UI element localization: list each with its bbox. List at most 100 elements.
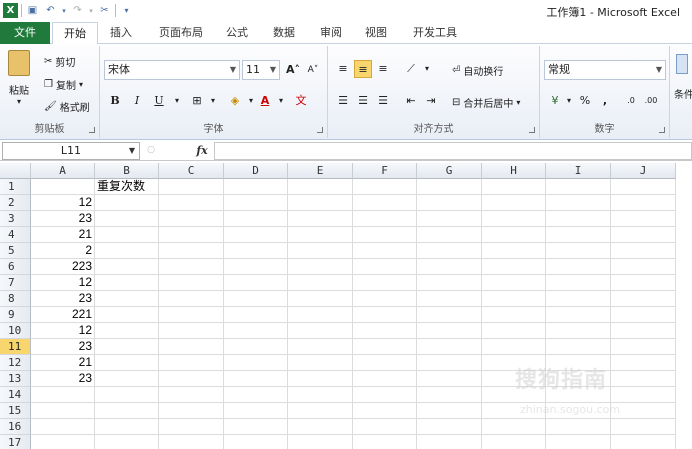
cell-c1[interactable] [159,179,224,195]
save-icon[interactable]: ▣ [25,3,40,18]
customize-icon[interactable]: ✂ [97,3,112,18]
column-header-a[interactable]: A [31,163,95,179]
font-launcher-icon[interactable] [317,127,323,133]
cell-g13[interactable] [417,371,482,387]
cell-h11[interactable] [482,339,546,355]
customize-toolbar-dropdown-icon[interactable]: ▾ [119,3,134,18]
cell-c3[interactable] [159,211,224,227]
row-header-15[interactable]: 15 [0,403,31,419]
cell-c7[interactable] [159,275,224,291]
border-dropdown-icon[interactable]: ▾ [204,92,222,110]
cell-b7[interactable] [95,275,159,291]
column-header-e[interactable]: E [288,163,353,179]
cell-g2[interactable] [417,195,482,211]
cell-c12[interactable] [159,355,224,371]
cell-c10[interactable] [159,323,224,339]
cell-a10[interactable]: 12 [31,323,95,339]
cell-e1[interactable] [288,179,353,195]
cell-d15[interactable] [224,403,288,419]
cell-j8[interactable] [611,291,676,307]
cell-j3[interactable] [611,211,676,227]
cell-d13[interactable] [224,371,288,387]
cell-a5[interactable]: 2 [31,243,95,259]
cell-d16[interactable] [224,419,288,435]
column-header-i[interactable]: I [546,163,611,179]
cell-a6[interactable]: 223 [31,259,95,275]
cell-j9[interactable] [611,307,676,323]
increase-decimal-icon[interactable]: .0 [622,92,640,110]
cell-b13[interactable] [95,371,159,387]
cell-a14[interactable] [31,387,95,403]
cell-g6[interactable] [417,259,482,275]
cell-j11[interactable] [611,339,676,355]
paste-button[interactable]: 粘贴 ▾ [4,50,34,112]
row-header-6[interactable]: 6 [0,259,31,275]
cell-e6[interactable] [288,259,353,275]
cell-j15[interactable] [611,403,676,419]
cell-c15[interactable] [159,403,224,419]
cell-b11[interactable] [95,339,159,355]
italic-button[interactable]: I [128,92,146,110]
cell-e8[interactable] [288,291,353,307]
cell-a9[interactable]: 221 [31,307,95,323]
select-all-corner[interactable] [0,163,31,179]
cell-c9[interactable] [159,307,224,323]
cell-d10[interactable] [224,323,288,339]
cell-c11[interactable] [159,339,224,355]
cell-e12[interactable] [288,355,353,371]
cell-e7[interactable] [288,275,353,291]
cell-b16[interactable] [95,419,159,435]
clipboard-launcher-icon[interactable] [89,127,95,133]
cell-g9[interactable] [417,307,482,323]
cell-i7[interactable] [546,275,611,291]
cell-d1[interactable] [224,179,288,195]
insert-function-button[interactable]: fx [192,142,212,160]
cell-d14[interactable] [224,387,288,403]
tab-developer[interactable]: 开发工具 [405,22,465,44]
cell-i8[interactable] [546,291,611,307]
cell-a16[interactable] [31,419,95,435]
row-header-17[interactable]: 17 [0,435,31,449]
cell-i10[interactable] [546,323,611,339]
cell-f15[interactable] [353,403,417,419]
shrink-font-icon[interactable]: A˅ [304,61,322,79]
row-header-5[interactable]: 5 [0,243,31,259]
format-painter-button[interactable]: 🖌 格式刷 [44,99,90,114]
cell-f8[interactable] [353,291,417,307]
cell-i9[interactable] [546,307,611,323]
row-header-13[interactable]: 13 [0,371,31,387]
cell-b3[interactable] [95,211,159,227]
cell-i2[interactable] [546,195,611,211]
cell-f6[interactable] [353,259,417,275]
cell-h10[interactable] [482,323,546,339]
column-header-d[interactable]: D [224,163,288,179]
decrease-indent-icon[interactable]: ⇤ [402,92,420,110]
cell-f14[interactable] [353,387,417,403]
cut-button[interactable]: ✂ 剪切 [44,54,75,69]
cell-c5[interactable] [159,243,224,259]
font-size-select[interactable]: 11 ▼ [242,60,280,80]
percent-button[interactable]: % [576,92,594,110]
formula-bar-splitter-icon[interactable]: ○ [146,145,156,157]
cell-e13[interactable] [288,371,353,387]
cell-d4[interactable] [224,227,288,243]
cell-e9[interactable] [288,307,353,323]
cell-h5[interactable] [482,243,546,259]
font-color-dropdown-icon[interactable]: ▾ [272,92,290,110]
cell-f3[interactable] [353,211,417,227]
align-left-icon[interactable]: ☰ [334,92,352,110]
grow-font-icon[interactable]: A˄ [284,61,302,79]
tab-page-layout[interactable]: 页面布局 [150,22,212,44]
cell-i16[interactable] [546,419,611,435]
row-header-8[interactable]: 8 [0,291,31,307]
cell-g1[interactable] [417,179,482,195]
tab-view[interactable]: 视图 [358,22,394,44]
cell-d9[interactable] [224,307,288,323]
cell-d11[interactable] [224,339,288,355]
row-header-16[interactable]: 16 [0,419,31,435]
merge-center-button[interactable]: ⊟ 合并后居中 ▾ [452,95,520,110]
formula-input[interactable] [214,142,692,160]
underline-button[interactable]: U [150,92,168,110]
cell-a4[interactable]: 21 [31,227,95,243]
cell-f4[interactable] [353,227,417,243]
